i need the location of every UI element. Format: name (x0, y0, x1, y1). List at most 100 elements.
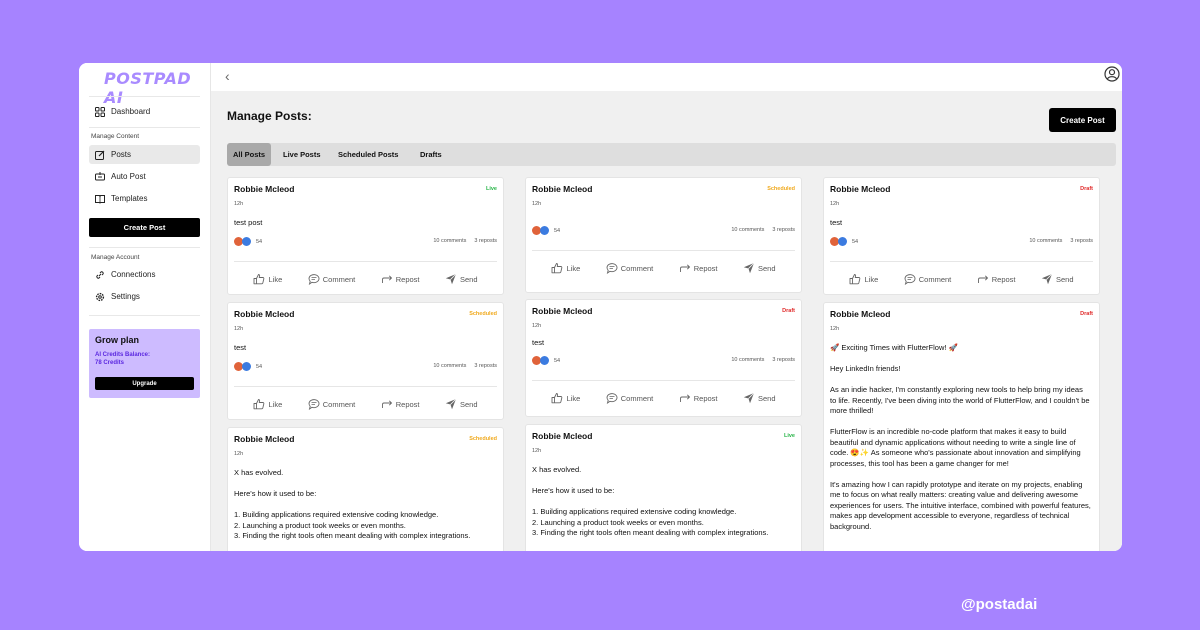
like-button[interactable]: Like (551, 392, 580, 404)
like-label: Like (566, 263, 581, 273)
comment-icon (904, 274, 916, 285)
comment-button[interactable]: Comment (308, 273, 355, 285)
repost-button[interactable]: Repost (679, 392, 718, 404)
tab-live-posts[interactable]: Live Posts (277, 143, 327, 166)
post-card[interactable]: Robbie Mcleod Scheduled 12h X has evolved. H… (227, 427, 504, 551)
post-card[interactable]: Robbie Mcleod Scheduled 12h 54 10 comments… (525, 177, 802, 293)
repost-count[interactable]: 3 reposts (772, 357, 795, 363)
sidebar-item-connections[interactable]: Connections (89, 265, 200, 284)
like-button[interactable]: Like (253, 398, 282, 410)
post-actions: Like Comment Repost Send (526, 260, 801, 276)
section-label-content: Manage Content (91, 133, 140, 140)
repost-button[interactable]: Repost (381, 398, 420, 410)
repost-count[interactable]: 3 reposts (474, 363, 497, 369)
create-post-button[interactable]: Create Post (1049, 108, 1116, 132)
sidebar-divider (89, 247, 200, 248)
post-card[interactable]: Robbie Mcleod Draft 12h test 54 10 comments… (525, 299, 802, 417)
post-body: X has evolved. Here's how it used to be: 1… (234, 468, 495, 551)
edit-icon (95, 150, 105, 160)
post-card[interactable]: Robbie Mcleod Draft 12h test 54 10 comments… (823, 177, 1100, 295)
post-author: Robbie Mcleod (234, 309, 295, 319)
send-button[interactable]: Send (743, 392, 776, 404)
sidebar-item-settings[interactable]: Settings (89, 287, 200, 306)
post-time: 12h (830, 201, 840, 207)
tab-scheduled-posts[interactable]: Scheduled Posts (332, 143, 404, 166)
plan-title: Grow plan (95, 335, 140, 345)
repost-button[interactable]: Repost (977, 273, 1016, 285)
sidebar-item-label: Templates (111, 194, 148, 203)
back-chevron-icon[interactable]: ‹ (225, 68, 230, 84)
comment-button[interactable]: Comment (606, 392, 653, 404)
post-time: 12h (234, 201, 244, 207)
comment-button[interactable]: Comment (904, 273, 951, 285)
repost-label: Repost (693, 393, 718, 403)
post-paragraph: It's amazing how I can rapidly prototype… (830, 479, 1091, 531)
post-body: X has evolved. Here's how it used to be: 1… (532, 465, 793, 549)
status-badge: Scheduled (767, 186, 795, 192)
book-icon (95, 194, 105, 204)
gear-icon (95, 292, 105, 302)
like-button[interactable]: Like (253, 273, 282, 285)
thumbs-up-reaction-icon (540, 356, 549, 365)
comment-count[interactable]: 10 comments (433, 238, 466, 244)
repost-label: Repost (991, 274, 1016, 284)
sidebar-item-auto-post[interactable]: Auto Post (89, 167, 200, 186)
post-body: 🚀 Exciting Times with FlutterFlow! 🚀 Hey … (830, 343, 1091, 543)
card-divider (830, 261, 1093, 262)
send-button[interactable]: Send (1041, 273, 1074, 285)
post-actions: Like Comment Repost Send (526, 390, 801, 406)
sidebar-divider (89, 127, 200, 128)
repost-icon (977, 275, 988, 283)
status-badge: Live (783, 433, 795, 439)
thumbs-up-reaction-icon (540, 226, 549, 235)
sidebar-item-dashboard[interactable]: Dashboard (89, 102, 200, 121)
engagement-stats: 10 comments 3 reposts (1029, 238, 1093, 244)
send-button[interactable]: Send (445, 273, 478, 285)
comment-button[interactable]: Comment (606, 262, 653, 274)
like-icon (254, 399, 265, 410)
sidebar-item-templates[interactable]: Templates (89, 189, 200, 208)
comment-count[interactable]: 10 comments (1029, 238, 1062, 244)
page-title: Manage Posts: (227, 109, 312, 123)
auto-icon (95, 171, 105, 182)
post-body: test (234, 343, 247, 352)
post-card[interactable]: Robbie Mcleod Scheduled 12h test 54 10 comm… (227, 302, 504, 420)
sidebar-item-posts[interactable]: Posts (89, 145, 200, 164)
comment-count[interactable]: 10 comments (731, 227, 764, 233)
send-button[interactable]: Send (743, 262, 776, 274)
repost-count[interactable]: 3 reposts (1070, 238, 1093, 244)
like-button[interactable]: Like (551, 262, 580, 274)
sidebar-create-post-button[interactable]: Create Post (89, 218, 200, 237)
card-divider (234, 261, 497, 262)
tab-all-posts[interactable]: All Posts (227, 143, 272, 166)
repost-count[interactable]: 3 reposts (474, 238, 497, 244)
status-badge: Draft (782, 308, 795, 314)
comment-count[interactable]: 10 comments (433, 363, 466, 369)
repost-button[interactable]: Repost (381, 273, 420, 285)
comment-count[interactable]: 10 comments (731, 357, 764, 363)
send-button[interactable]: Send (445, 398, 478, 410)
status-badge: Draft (1080, 186, 1093, 192)
repost-button[interactable]: Repost (679, 262, 718, 274)
upgrade-button[interactable]: Upgrade (95, 377, 194, 390)
post-card[interactable]: Robbie Mcleod Draft 12h 🚀 Exciting Times wi… (823, 302, 1100, 551)
reaction-count: 54 (256, 363, 263, 370)
repost-count[interactable]: 3 reposts (772, 227, 795, 233)
post-card[interactable]: Robbie Mcleod Live 12h test post 54 10 comm… (227, 177, 504, 295)
post-paragraph: 1. Building applications required extens… (234, 510, 471, 540)
repost-icon (381, 400, 392, 408)
reaction-count: 54 (256, 238, 263, 245)
like-button[interactable]: Like (849, 273, 878, 285)
like-icon (552, 263, 563, 274)
tab-drafts[interactable]: Drafts (414, 143, 448, 166)
comment-button[interactable]: Comment (308, 398, 355, 410)
post-paragraph: As an indie hacker, I'm constantly explo… (830, 385, 1090, 415)
send-label: Send (459, 399, 478, 409)
send-label: Send (757, 393, 776, 403)
post-actions: Like Comment Repost Send (228, 271, 503, 287)
repost-icon (381, 275, 392, 283)
sidebar-divider (89, 315, 200, 316)
user-account-icon[interactable] (1104, 66, 1120, 82)
post-card[interactable]: Robbie Mcleod Live 12h X has evolved. Here's… (525, 424, 802, 551)
plan-card: Grow plan AI Credits Balance: 78 Credits… (89, 329, 200, 398)
